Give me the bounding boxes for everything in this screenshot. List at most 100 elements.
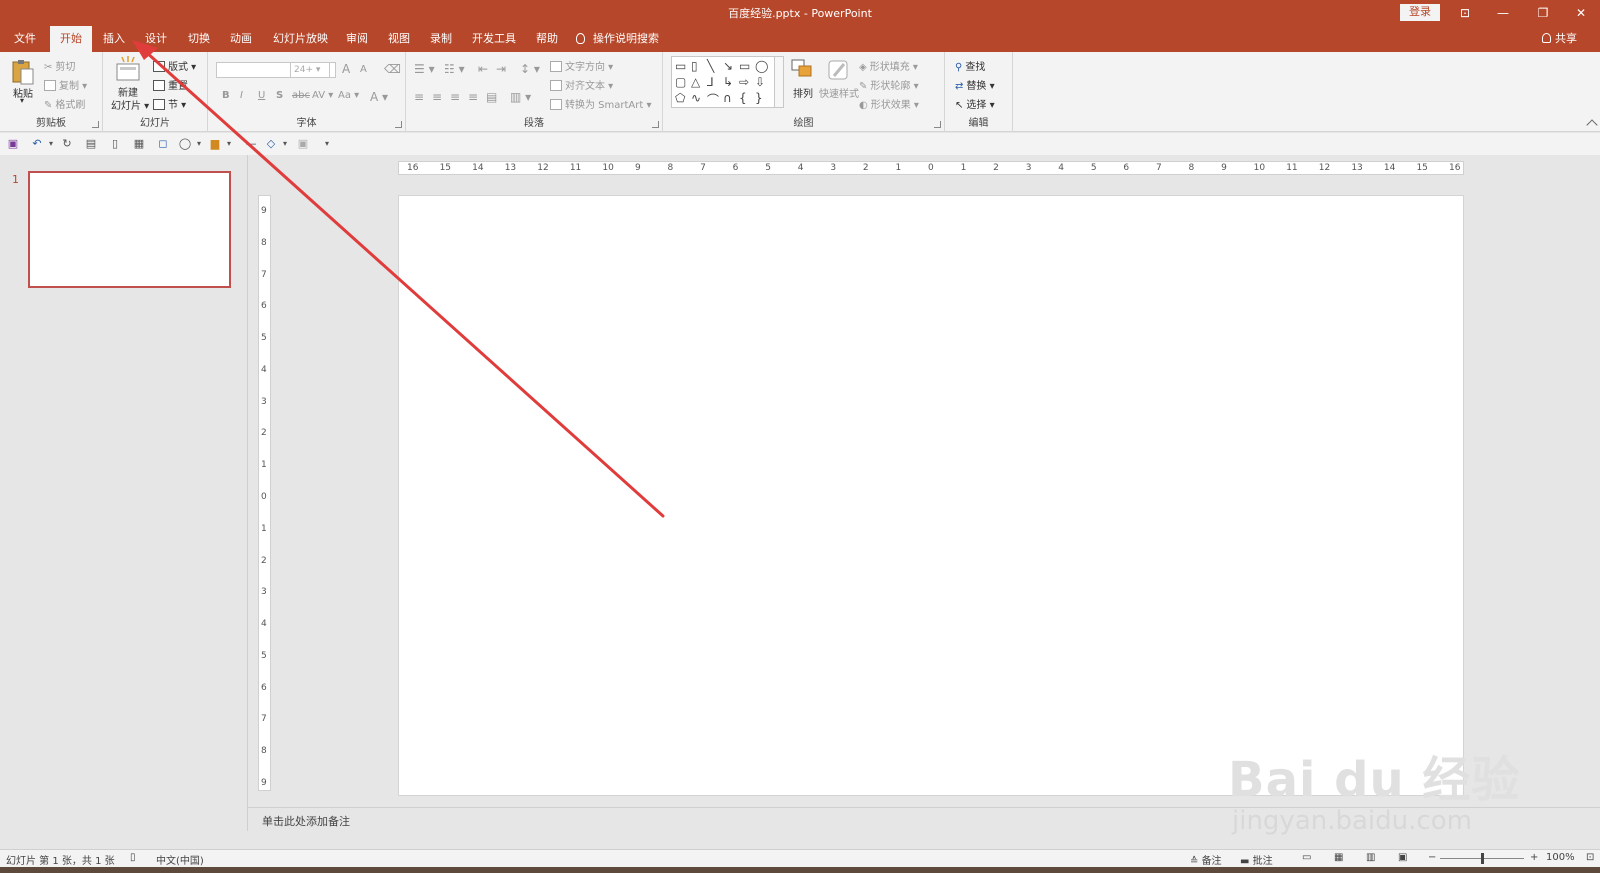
language-status[interactable]: 中文(中国): [156, 852, 204, 867]
format-painter-button[interactable]: ✎ 格式刷: [44, 96, 85, 111]
bold-button[interactable]: B: [222, 90, 230, 101]
italic-button[interactable]: I: [240, 90, 243, 101]
arrange-label[interactable]: 排列: [793, 85, 813, 100]
triangle-shape-icon[interactable]: △: [691, 75, 700, 89]
comment-icon[interactable]: ◻: [156, 137, 170, 150]
horizontal-ruler[interactable]: 16 15 14 13 12 11 10 9 8 7 6 5 4 3 2 1 0 1 2 3 4 5 6 7 8 9 10 11 12 1…: [398, 161, 1464, 175]
font-color-button[interactable]: A ▾: [370, 90, 388, 104]
format-icon[interactable]: ▆: [208, 137, 222, 150]
freeform-shape-icon[interactable]: ⬠: [675, 91, 685, 105]
clear-format-icon[interactable]: ⌫: [384, 62, 401, 76]
elbow-connector-shape-icon[interactable]: ⅃: [707, 75, 714, 89]
zoom-level[interactable]: 100%: [1546, 852, 1575, 863]
align-center-icon[interactable]: ≡: [432, 90, 442, 104]
text-direction-button[interactable]: 文字方向 ▾: [550, 58, 613, 73]
quick-styles-label[interactable]: 快速样式: [819, 85, 859, 100]
slide-thumbnail[interactable]: [28, 171, 231, 288]
fit-slide-icon[interactable]: ⊡: [1586, 852, 1594, 863]
align-text-button[interactable]: 对齐文本 ▾: [550, 77, 613, 92]
align-right-icon[interactable]: ≡: [450, 90, 460, 104]
down-arrow-shape-icon[interactable]: ⇩: [755, 75, 765, 89]
tab-view[interactable]: 视图: [378, 26, 420, 52]
slideshow-view-icon[interactable]: ▣: [1398, 852, 1407, 863]
shadow-button[interactable]: S: [276, 90, 283, 101]
shapes-dropdown-icon[interactable]: ▾: [192, 137, 206, 150]
elbow-arrow-shape-icon[interactable]: ↳: [723, 75, 733, 89]
align-left-icon[interactable]: ≡: [414, 90, 424, 104]
draw-icon[interactable]: —: [244, 137, 258, 150]
spellcheck-icon[interactable]: ▯: [130, 852, 136, 863]
new-document-icon[interactable]: ▯: [108, 137, 122, 150]
oval-shape-icon[interactable]: ◯: [755, 59, 768, 73]
start-slideshow-icon[interactable]: ▤: [84, 137, 98, 150]
replace-button[interactable]: ⇄ 替换 ▾: [955, 77, 995, 92]
normal-view-icon[interactable]: ▭: [1302, 852, 1311, 863]
shape-outline-button[interactable]: ✎ 形状轮廓 ▾: [859, 77, 919, 92]
notes-toggle[interactable]: ≙ 备注: [1190, 852, 1222, 867]
arrange-qa-dropdown-icon[interactable]: ▾: [278, 137, 292, 150]
line-spacing-icon[interactable]: ↕ ▾: [520, 62, 540, 76]
zoom-in-icon[interactable]: +: [1530, 852, 1538, 863]
left-brace-shape-icon[interactable]: {: [739, 91, 747, 105]
convert-smartart-button[interactable]: 转换为 SmartArt ▾: [550, 96, 652, 111]
close-icon[interactable]: ✕: [1566, 3, 1596, 23]
arrange-icon[interactable]: [790, 58, 816, 86]
shapes-gallery[interactable]: ▭ ▯ ╲ ↘ ▭ ◯ ▢ △ ⅃ ↳ ⇨ ⇩ ⬠ ∿ ⌒ ∩ { }: [671, 56, 784, 108]
comments-toggle[interactable]: ▬ 批注: [1240, 852, 1273, 867]
layout-button[interactable]: 版式 ▾: [153, 58, 196, 73]
font-size-box[interactable]: 24+ ▾: [290, 62, 330, 78]
tab-home[interactable]: 开始: [50, 26, 92, 52]
tab-insert[interactable]: 插入: [93, 26, 135, 52]
undo-dropdown-icon[interactable]: ▾: [44, 137, 58, 150]
char-spacing-button[interactable]: AV ▾: [312, 90, 333, 101]
zoom-slider-thumb[interactable]: [1481, 853, 1484, 864]
tab-design[interactable]: 设计: [135, 26, 177, 52]
rounded-rect-shape-icon[interactable]: ▢: [675, 75, 686, 89]
new-slide-icon[interactable]: [115, 56, 141, 84]
numbering-icon[interactable]: ☷ ▾: [444, 62, 465, 76]
zoom-out-icon[interactable]: −: [1428, 852, 1436, 863]
undo-icon[interactable]: ↶: [30, 137, 44, 150]
minimize-icon[interactable]: —: [1488, 3, 1518, 23]
reset-button[interactable]: 重置: [153, 77, 188, 92]
shape-fill-button[interactable]: ◈ 形状填充 ▾: [859, 58, 918, 73]
tab-record[interactable]: 录制: [420, 26, 462, 52]
clipboard-launcher-icon[interactable]: [92, 121, 99, 128]
right-brace-shape-icon[interactable]: }: [755, 91, 763, 105]
reading-view-icon[interactable]: ▥: [1366, 852, 1375, 863]
collapse-ribbon-icon[interactable]: [1586, 119, 1598, 131]
login-button[interactable]: 登录: [1400, 4, 1440, 21]
ribbon-display-options-icon[interactable]: ⊡: [1450, 3, 1480, 23]
tab-review[interactable]: 审阅: [336, 26, 378, 52]
group-qa-icon[interactable]: ▣: [296, 137, 310, 150]
gallery-scrollbar[interactable]: [774, 57, 783, 107]
font-launcher-icon[interactable]: [395, 121, 402, 128]
vertical-textbox-shape-icon[interactable]: ▯: [691, 59, 698, 73]
quick-styles-icon[interactable]: [826, 58, 852, 86]
share-button[interactable]: 共享: [1542, 26, 1577, 52]
new-slide-label-2[interactable]: 幻灯片 ▾: [111, 97, 149, 112]
section-button[interactable]: 节 ▾: [153, 96, 186, 111]
paragraph-launcher-icon[interactable]: [652, 121, 659, 128]
drawing-launcher-icon[interactable]: [934, 121, 941, 128]
curve-shape-icon[interactable]: ∿: [691, 91, 701, 105]
customize-qat-icon[interactable]: ▾: [320, 137, 334, 150]
save-icon[interactable]: ▣: [6, 137, 20, 150]
select-button[interactable]: ↖ 选择 ▾: [955, 96, 995, 111]
tab-developer[interactable]: 开发工具: [462, 26, 526, 52]
arc-shape-icon[interactable]: ⌒: [707, 91, 719, 108]
tab-slideshow[interactable]: 幻灯片放映: [263, 26, 338, 52]
tab-help[interactable]: 帮助: [526, 26, 568, 52]
underline-button[interactable]: U: [258, 90, 265, 101]
columns-icon[interactable]: ▥ ▾: [510, 90, 531, 104]
line-shape-icon[interactable]: ╲: [707, 59, 714, 73]
rectangle-shape-icon[interactable]: ▭: [739, 59, 750, 73]
increase-indent-icon[interactable]: ⇥: [496, 62, 506, 76]
tab-file[interactable]: 文件: [4, 26, 46, 52]
format-dropdown-icon[interactable]: ▾: [222, 137, 236, 150]
shape-effects-button[interactable]: ◐ 形状效果 ▾: [859, 96, 919, 111]
vertical-ruler[interactable]: 9 8 7 6 5 4 3 2 1 0 1 2 3 4 5 6 7 8 9: [258, 195, 271, 791]
wave-shape-icon[interactable]: ∩: [723, 91, 732, 105]
cut-button[interactable]: ✂ 剪切: [44, 58, 75, 73]
tell-me-search[interactable]: 操作说明搜索: [576, 26, 659, 52]
